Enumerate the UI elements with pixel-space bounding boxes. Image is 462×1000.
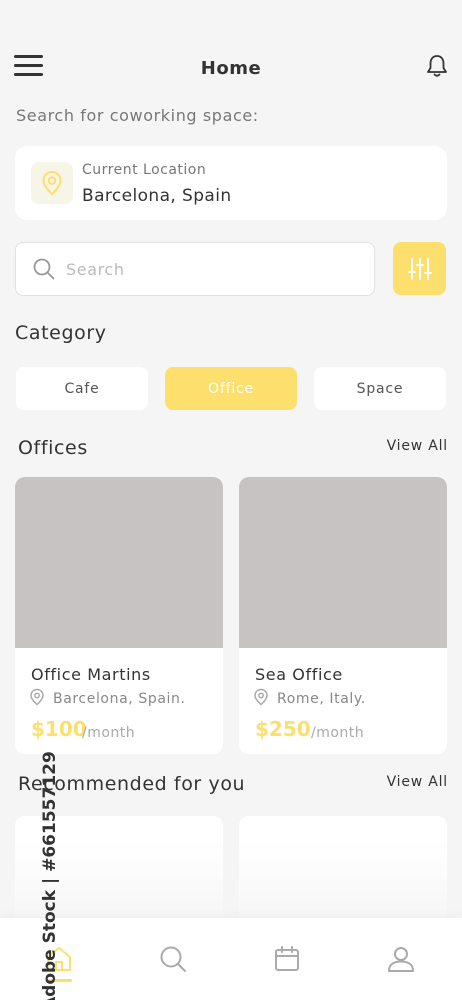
- category-chip-space[interactable]: Space: [314, 367, 446, 410]
- office-location: Barcelona, Spain.: [53, 691, 186, 707]
- office-location: Rome, Italy.: [277, 691, 366, 707]
- office-card[interactable]: Office Martins Barcelona, Spain. $100 /m…: [15, 477, 223, 754]
- location-value: Barcelona, Spain: [82, 186, 232, 206]
- office-price-unit: /month: [311, 725, 365, 741]
- offices-section-title: Offices: [18, 437, 88, 459]
- office-photo: [15, 477, 223, 648]
- office-name: Sea Office: [255, 665, 343, 684]
- category-chip-cafe[interactable]: Cafe: [16, 367, 148, 410]
- search-input[interactable]: [66, 243, 356, 295]
- location-label: Current Location: [82, 162, 207, 178]
- location-pin-icon: [29, 688, 45, 706]
- location-pin-icon: [253, 688, 269, 706]
- home-screen: Home Search for coworking space: Current…: [0, 0, 462, 1000]
- category-title: Category: [15, 322, 107, 344]
- office-card[interactable]: Sea Office Rome, Italy. $250 /month: [239, 477, 447, 754]
- page-title: Home: [200, 58, 262, 79]
- office-price-unit: /month: [82, 725, 136, 741]
- filter-button[interactable]: [393, 242, 446, 295]
- bell-icon[interactable]: [426, 54, 448, 78]
- search-prompt: Search for coworking space:: [16, 106, 259, 125]
- location-pin-icon: [31, 162, 73, 204]
- search-box[interactable]: [15, 242, 375, 296]
- offices-view-all-link[interactable]: View All: [387, 438, 448, 454]
- calendar-icon[interactable]: [272, 944, 304, 976]
- office-price: $250: [255, 717, 311, 741]
- office-photo: [239, 477, 447, 648]
- office-name: Office Martins: [31, 665, 151, 684]
- search-icon: [32, 257, 56, 281]
- office-price: $100: [31, 717, 87, 741]
- category-chip-office[interactable]: Office: [165, 367, 297, 410]
- user-profile-icon[interactable]: [386, 944, 418, 976]
- current-location-card[interactable]: Current Location Barcelona, Spain: [15, 146, 447, 220]
- search-icon[interactable]: [158, 944, 190, 976]
- recommended-view-all-link[interactable]: View All: [387, 774, 448, 790]
- bottom-nav: [0, 918, 462, 1000]
- stock-watermark: Adobe Stock | #661557129: [40, 751, 60, 1000]
- sliders-filter-icon: [407, 257, 432, 280]
- app-header: Home: [0, 46, 462, 90]
